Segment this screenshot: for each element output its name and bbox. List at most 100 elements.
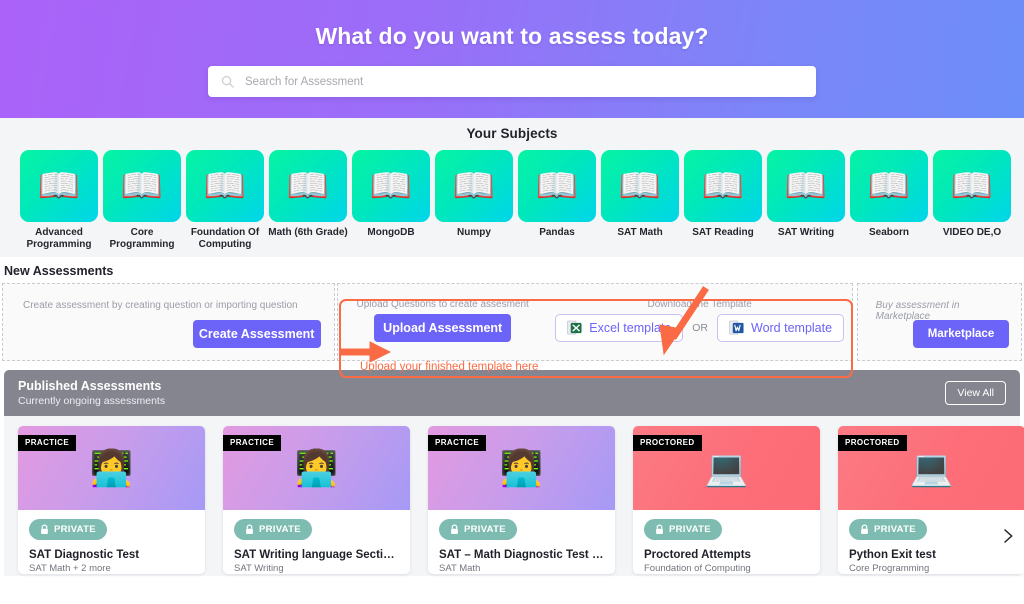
create-assessment-hint: Create assessment by creating question o… xyxy=(23,300,298,311)
card-body: PRIVATE Python Exit test Core Programmin… xyxy=(838,510,1024,574)
subject-item[interactable]: 📖 VIDEO DE,O xyxy=(931,150,1013,251)
or-label: OR xyxy=(692,321,708,334)
subject-label: Foundation Of Computing xyxy=(190,227,260,250)
card-body: PRIVATE SAT – Math Diagnostic Test – 2 S… xyxy=(428,510,615,574)
upload-assessment-panel: Upload Questions to create assesment Upl… xyxy=(336,283,853,361)
person-at-computer-icon: 👩‍💻 xyxy=(89,448,134,488)
open-book-icon: 📖 xyxy=(269,150,347,222)
search-icon xyxy=(221,75,234,88)
subject-item[interactable]: 📖 Core Programming xyxy=(101,150,183,251)
hero-banner: What do you want to assess today? xyxy=(0,0,1024,118)
status-badge: PRIVATE xyxy=(644,519,722,540)
search-bar[interactable] xyxy=(208,66,816,97)
privacy-label: PRIVATE xyxy=(874,524,916,535)
card-body: PRIVATE Proctored Attempts Foundation of… xyxy=(633,510,820,574)
excel-template-label: Excel template xyxy=(589,320,672,335)
card-subject: SAT Math xyxy=(439,563,481,574)
open-book-icon: 📖 xyxy=(601,150,679,222)
subject-label: Core Programming xyxy=(109,227,175,250)
subjects-row: 📖 Advanced Programming 📖 Core Programmin… xyxy=(0,150,1024,251)
upload-left-column: Upload Questions to create assesment Upl… xyxy=(338,284,548,360)
published-assessments-header: Published Assessments Currently ongoing … xyxy=(4,370,1020,416)
upload-assessment-button[interactable]: Upload Assessment xyxy=(374,313,512,342)
card-thumbnail: PRACTICE 👩‍💻 xyxy=(223,426,410,510)
search-input[interactable] xyxy=(245,75,804,88)
carousel-next-button[interactable] xyxy=(998,521,1018,551)
word-file-icon xyxy=(729,320,744,335)
card-thumbnail: PROCTORED 💻 xyxy=(633,426,820,510)
privacy-label: PRIVATE xyxy=(464,524,506,535)
published-header-text: Published Assessments Currently ongoing … xyxy=(18,379,165,408)
new-assessments-heading: New Assessments xyxy=(4,264,114,278)
new-assessments-section: New Assessments Create assessment by cre… xyxy=(0,257,1024,361)
lock-icon xyxy=(656,524,663,534)
open-book-icon: 📖 xyxy=(186,150,264,222)
assessment-card[interactable]: PRACTICE 👩‍💻 PRIVATE SAT Diagnostic Test… xyxy=(18,426,205,574)
word-template-button[interactable]: Word template xyxy=(717,313,845,342)
subject-item[interactable]: 📖 Seaborn xyxy=(848,150,930,251)
subject-label: Pandas xyxy=(539,227,575,238)
subject-label: MongoDB xyxy=(367,227,415,238)
card-subject: SAT Math + 2 more xyxy=(29,563,111,574)
subject-label: Seaborn xyxy=(868,227,909,238)
create-assessment-button[interactable]: Create Assessment xyxy=(192,320,321,348)
subject-item[interactable]: 📖 SAT Writing xyxy=(765,150,847,251)
subject-label: Advanced Programming xyxy=(26,227,92,250)
privacy-label: PRIVATE xyxy=(54,524,96,535)
subject-item[interactable]: 📖 Advanced Programming xyxy=(18,150,100,251)
open-book-icon: 📖 xyxy=(20,150,98,222)
subject-item[interactable]: 📖 MongoDB xyxy=(350,150,432,251)
card-subject: SAT Writing xyxy=(234,563,284,574)
card-body: PRIVATE SAT Writing language Section Te…… xyxy=(223,510,410,574)
subject-item[interactable]: 📖 Foundation Of Computing xyxy=(184,150,266,251)
published-title: Published Assessments xyxy=(18,378,162,393)
card-title: SAT Diagnostic Test xyxy=(29,549,140,561)
card-thumbnail: PRACTICE 👩‍💻 xyxy=(18,426,205,510)
subject-item[interactable]: 📖 SAT Math xyxy=(599,150,681,251)
card-body: PRIVATE SAT Diagnostic Test SAT Math + 2… xyxy=(18,510,205,574)
person-at-computer-icon: 👩‍💻 xyxy=(499,448,544,488)
assessment-card[interactable]: PRACTICE 👩‍💻 PRIVATE SAT Writing languag… xyxy=(223,426,410,574)
card-subject: Core Programming xyxy=(849,563,930,574)
subject-label: Numpy xyxy=(457,227,491,238)
published-cards-area: PRACTICE 👩‍💻 PRIVATE SAT Diagnostic Test… xyxy=(4,416,1024,576)
new-assessments-panels: Create assessment by creating question o… xyxy=(0,283,1024,361)
download-template-hint: Download the Template xyxy=(647,299,752,310)
subject-label: SAT Math xyxy=(617,227,663,238)
lock-icon xyxy=(41,524,48,534)
assessment-card[interactable]: PROCTORED 💻 PRIVATE Python Exit test Cor… xyxy=(838,426,1024,574)
card-thumbnail: PRACTICE 👩‍💻 xyxy=(428,426,615,510)
chevron-right-icon xyxy=(1004,529,1013,543)
subject-label: SAT Reading xyxy=(692,227,754,238)
assessment-card[interactable]: PRACTICE 👩‍💻 PRIVATE SAT – Math Diagnost… xyxy=(428,426,615,574)
open-book-icon: 📖 xyxy=(684,150,762,222)
word-template-label: Word template xyxy=(751,320,833,335)
status-badge: PRIVATE xyxy=(234,519,312,540)
upload-assessment-hint: Upload Questions to create assesment xyxy=(356,299,529,310)
subject-item[interactable]: 📖 Math (6th Grade) xyxy=(267,150,349,251)
excel-file-icon xyxy=(567,320,582,335)
open-book-icon: 📖 xyxy=(767,150,845,222)
subject-item[interactable]: 📖 Pandas xyxy=(516,150,598,251)
laptop-apps-icon: 💻 xyxy=(909,448,954,488)
privacy-label: PRIVATE xyxy=(669,524,711,535)
view-all-button[interactable]: View All xyxy=(945,381,1006,405)
marketplace-button[interactable]: Marketplace xyxy=(913,320,1009,348)
open-book-icon: 📖 xyxy=(933,150,1011,222)
privacy-label: PRIVATE xyxy=(259,524,301,535)
subjects-heading: Your Subjects xyxy=(466,126,558,141)
app-root: What do you want to assess today? Your S… xyxy=(0,0,1024,604)
excel-template-button[interactable]: Excel template xyxy=(555,313,684,342)
card-type-tag: PROCTORED xyxy=(838,435,907,451)
subject-item[interactable]: 📖 Numpy xyxy=(433,150,515,251)
card-title: SAT Writing language Section Te… xyxy=(234,549,399,561)
published-cards-row: PRACTICE 👩‍💻 PRIVATE SAT Diagnostic Test… xyxy=(18,426,1024,574)
marketplace-hint: Buy assessment in Marketplace xyxy=(875,300,960,322)
lock-icon xyxy=(451,524,458,534)
card-title: SAT – Math Diagnostic Test – 2 xyxy=(439,549,604,561)
subject-item[interactable]: 📖 SAT Reading xyxy=(682,150,764,251)
subject-label: SAT Writing xyxy=(777,227,835,238)
subject-label: Math (6th Grade) xyxy=(268,227,348,238)
open-book-icon: 📖 xyxy=(435,150,513,222)
assessment-card[interactable]: PROCTORED 💻 PRIVATE Proctored Attempts F… xyxy=(633,426,820,574)
